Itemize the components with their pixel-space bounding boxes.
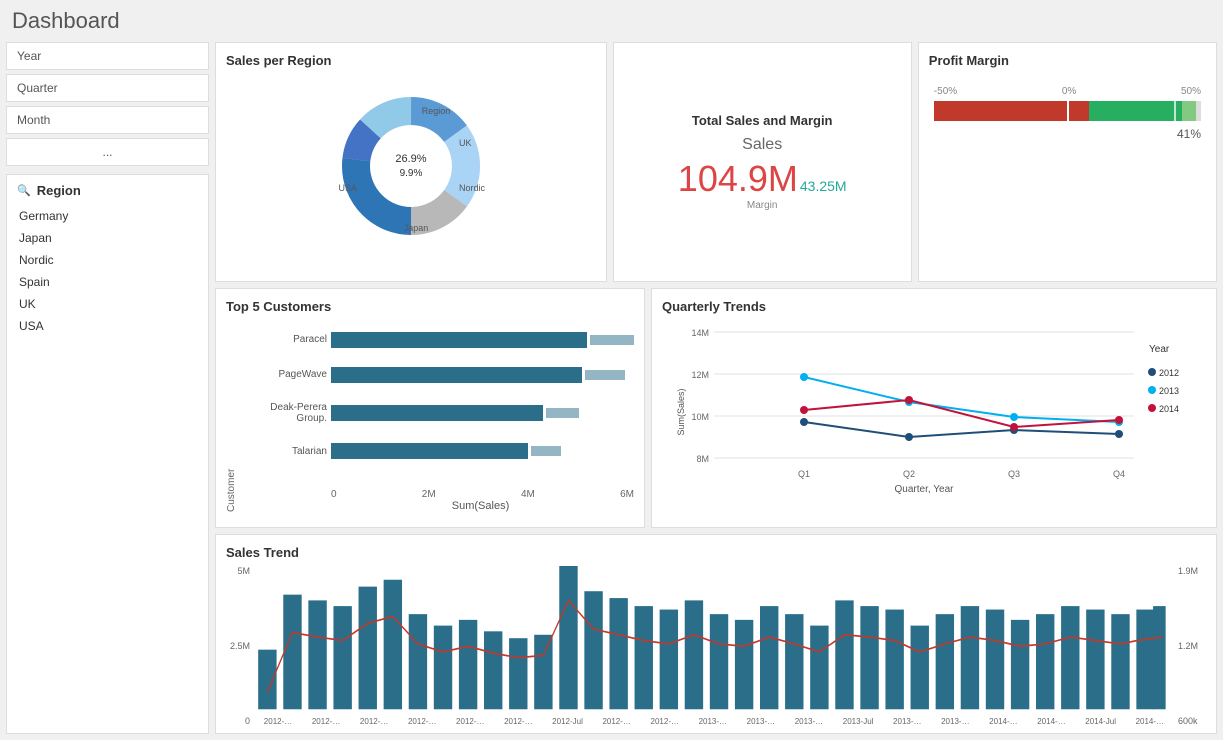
donut-chart: 26.9% 9.9% Region UK Nordic Japan USA — [226, 76, 596, 256]
total-sales-card: Total Sales and Margin Sales 104.9M 43.2… — [613, 42, 912, 282]
filter-year[interactable]: Year — [6, 42, 209, 70]
main-content: Sales per Region — [215, 42, 1217, 734]
region-germany[interactable]: Germany — [17, 206, 198, 226]
top5-title: Top 5 Customers — [226, 299, 634, 314]
sales-trend-card: Sales Trend 5M 2.5M 0 — [215, 534, 1217, 734]
svg-text:Japan: Japan — [404, 223, 429, 233]
bar-row-pagewave: PageWave — [237, 367, 634, 383]
region-japan[interactable]: Japan — [17, 228, 198, 248]
svg-text:9.9%: 9.9% — [399, 168, 422, 179]
filter-more[interactable]: ... — [6, 138, 209, 166]
profit-margin-content: -50% 0% 50% — [929, 76, 1206, 151]
region-uk[interactable]: UK — [17, 294, 198, 314]
top5-chart-area: Customer Paracel — [226, 322, 634, 512]
svg-text:2012: 2012 — [1159, 368, 1179, 378]
svg-text:12M: 12M — [691, 370, 709, 380]
bar-row-deak: Deak-Perera Group. — [237, 402, 634, 424]
svg-text:14M: 14M — [691, 328, 709, 338]
bar-paracel-main — [331, 332, 587, 348]
svg-text:Q1: Q1 — [798, 469, 810, 479]
svg-text:Sum(Sales): Sum(Sales) — [676, 388, 686, 435]
svg-text:26.9%: 26.9% — [395, 153, 426, 165]
sales-trend-chart: 5M 2.5M 0 — [226, 566, 1206, 726]
svg-text:UK: UK — [459, 138, 472, 148]
bar-row-talarian: Talarian — [237, 443, 634, 459]
trend-bars-svg — [254, 566, 1174, 715]
profit-margin-title: Profit Margin — [929, 53, 1206, 68]
top5-bars: Paracel PageWave — [237, 322, 634, 512]
total-sales-content: Sales 104.9M 43.25M Margin — [678, 136, 847, 211]
margin-label: Margin — [678, 200, 847, 211]
total-sales-title: Total Sales and Margin — [692, 113, 833, 128]
dashboard-title: Dashboard — [0, 0, 1223, 42]
sales-value: 104.9M — [678, 158, 798, 200]
x-ticks: 0 2M 4M 6M — [237, 489, 634, 500]
region-spain[interactable]: Spain — [17, 272, 198, 292]
donut-svg: 26.9% 9.9% Region UK Nordic Japan USA — [331, 86, 491, 246]
region-header: 🔍 Region — [17, 183, 198, 198]
quarterly-trends-card: Quarterly Trends 14M 12M 10M 8M — [651, 288, 1217, 528]
profit-percentage: 41% — [934, 127, 1201, 141]
sales-per-region-title: Sales per Region — [226, 53, 596, 68]
svg-text:USA: USA — [338, 183, 357, 193]
region-nordic[interactable]: Nordic — [17, 250, 198, 270]
quarterly-chart: 14M 12M 10M 8M Q1 Q2 Q3 Q4 Quarter, Year… — [662, 322, 1206, 522]
svg-text:Nordic: Nordic — [459, 183, 486, 193]
trend-bars-container — [254, 566, 1174, 715]
x-label: Sum(Sales) — [237, 500, 634, 512]
region-usa[interactable]: USA — [17, 316, 198, 336]
svg-text:Year: Year — [1149, 344, 1170, 355]
svg-text:8M: 8M — [696, 454, 709, 464]
quarterly-title: Quarterly Trends — [662, 299, 1206, 314]
svg-text:Q4: Q4 — [1113, 469, 1125, 479]
margin-value: 43.25M — [800, 178, 847, 194]
customer-y-label: Customer — [226, 322, 237, 512]
quarterly-svg: 14M 12M 10M 8M Q1 Q2 Q3 Q4 Quarter, Year… — [662, 322, 1206, 507]
region-list: Germany Japan Nordic Spain UK USA — [17, 206, 198, 336]
sales-per-region-card: Sales per Region — [215, 42, 607, 282]
trend-x-labels: 2012-… 2012-… 2012-… 2012-… 2012-… 2012-… — [254, 717, 1174, 726]
svg-text:Quarter, Year: Quarter, Year — [895, 484, 955, 495]
search-icon: 🔍 — [17, 184, 31, 197]
sales-y-labels: 5M 2.5M 0 — [226, 566, 254, 726]
profit-bar — [934, 101, 1201, 121]
bar-row-paracel: Paracel — [237, 332, 634, 348]
profit-margin-card: Profit Margin -50% 0% 50% — [918, 42, 1217, 282]
svg-text:Q2: Q2 — [903, 469, 915, 479]
svg-text:Region: Region — [422, 106, 451, 116]
sales-trend-title: Sales Trend — [226, 545, 1206, 560]
profit-axis: -50% 0% 50% — [934, 86, 1201, 97]
region-section: 🔍 Region Germany Japan Nordic Spain UK U… — [6, 174, 209, 734]
bar-paracel-small — [590, 335, 634, 345]
svg-text:10M: 10M — [691, 412, 709, 422]
top5-customers-card: Top 5 Customers Customer Paracel — [215, 288, 645, 528]
margin-y-labels: 1.9M 1.2M 600k — [1174, 566, 1206, 726]
sales-label: Sales — [678, 136, 847, 154]
svg-text:2014: 2014 — [1159, 404, 1179, 414]
svg-text:2013: 2013 — [1159, 386, 1179, 396]
sidebar: Year Quarter Month ... 🔍 Region Germany … — [6, 42, 209, 734]
filter-quarter[interactable]: Quarter — [6, 74, 209, 102]
filter-month[interactable]: Month — [6, 106, 209, 134]
bar-rows: Paracel PageWave — [237, 322, 634, 489]
svg-text:Q3: Q3 — [1008, 469, 1020, 479]
